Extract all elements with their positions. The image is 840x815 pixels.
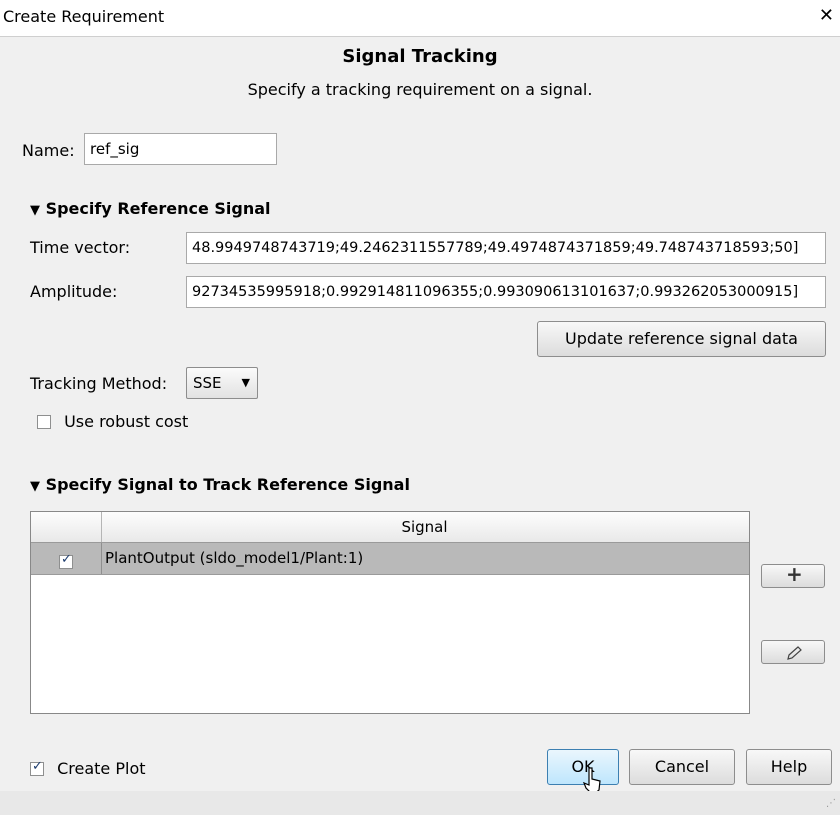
triangle-down-icon: ▼ (30, 479, 40, 494)
triangle-down-icon: ▼ (30, 203, 40, 218)
tracking-method-select[interactable]: SSE ▼ (186, 367, 258, 399)
reference-section-label: Specify Reference Signal (45, 199, 271, 218)
row-checkbox[interactable] (59, 552, 73, 569)
amplitude-input[interactable]: 92734535995918;0.992914811096355;0.99309… (186, 276, 826, 308)
signal-column-header[interactable]: Signal (102, 512, 747, 542)
signal-table[interactable]: Signal PlantOutput (sldo_model1/Plant:1) (30, 511, 750, 714)
time-vector-input[interactable]: 48.9949748743719;49.2462311557789;49.497… (186, 232, 826, 264)
reference-section-header[interactable]: ▼ Specify Reference Signal (30, 199, 271, 218)
robust-cost-checkbox[interactable] (37, 414, 51, 429)
add-signal-button[interactable]: + (761, 562, 825, 588)
name-input[interactable]: ref_sig (84, 133, 277, 165)
time-vector-label: Time vector: (30, 238, 131, 257)
signals-section-label: Specify Signal to Track Reference Signal (45, 475, 410, 494)
dialog-subtitle: Specify a tracking requirement on a sign… (247, 80, 593, 99)
tracking-method-value: SSE (193, 374, 222, 392)
cancel-button[interactable]: Cancel (629, 749, 735, 785)
window-title: Create Requirement (3, 7, 165, 26)
title-bar: Create Requirement ✕ (0, 0, 840, 37)
create-plot-label: Create Plot (57, 759, 146, 778)
table-row[interactable]: PlantOutput (sldo_model1/Plant:1) (31, 543, 749, 575)
plus-icon: + (786, 562, 803, 586)
resize-grip-icon[interactable]: ⋰ (826, 798, 836, 809)
name-label: Name: (22, 141, 75, 160)
dialog-title: Signal Tracking (342, 46, 498, 67)
pencil-icon (787, 646, 802, 660)
tracking-method-label: Tracking Method: (30, 374, 168, 393)
edit-signal-button[interactable] (761, 640, 825, 664)
row-check-cell[interactable] (31, 543, 102, 574)
robust-cost-checkbox-row[interactable]: Use robust cost (37, 411, 188, 431)
create-plot-checkbox-row[interactable]: Create Plot (30, 758, 146, 778)
signals-section-header[interactable]: ▼ Specify Signal to Track Reference Sign… (30, 475, 410, 494)
header-check-column (31, 512, 102, 542)
chevron-down-icon: ▼ (241, 376, 250, 389)
signal-name: PlantOutput (sldo_model1/Plant:1) (105, 549, 364, 567)
amplitude-label: Amplitude: (30, 282, 118, 301)
table-header: Signal (31, 512, 749, 543)
status-bar (0, 791, 840, 815)
close-icon[interactable]: ✕ (819, 5, 834, 26)
help-button[interactable]: Help (746, 749, 832, 785)
update-reference-button[interactable]: Update reference signal data (537, 321, 826, 357)
create-plot-checkbox[interactable] (30, 759, 44, 776)
robust-cost-label: Use robust cost (64, 412, 189, 431)
